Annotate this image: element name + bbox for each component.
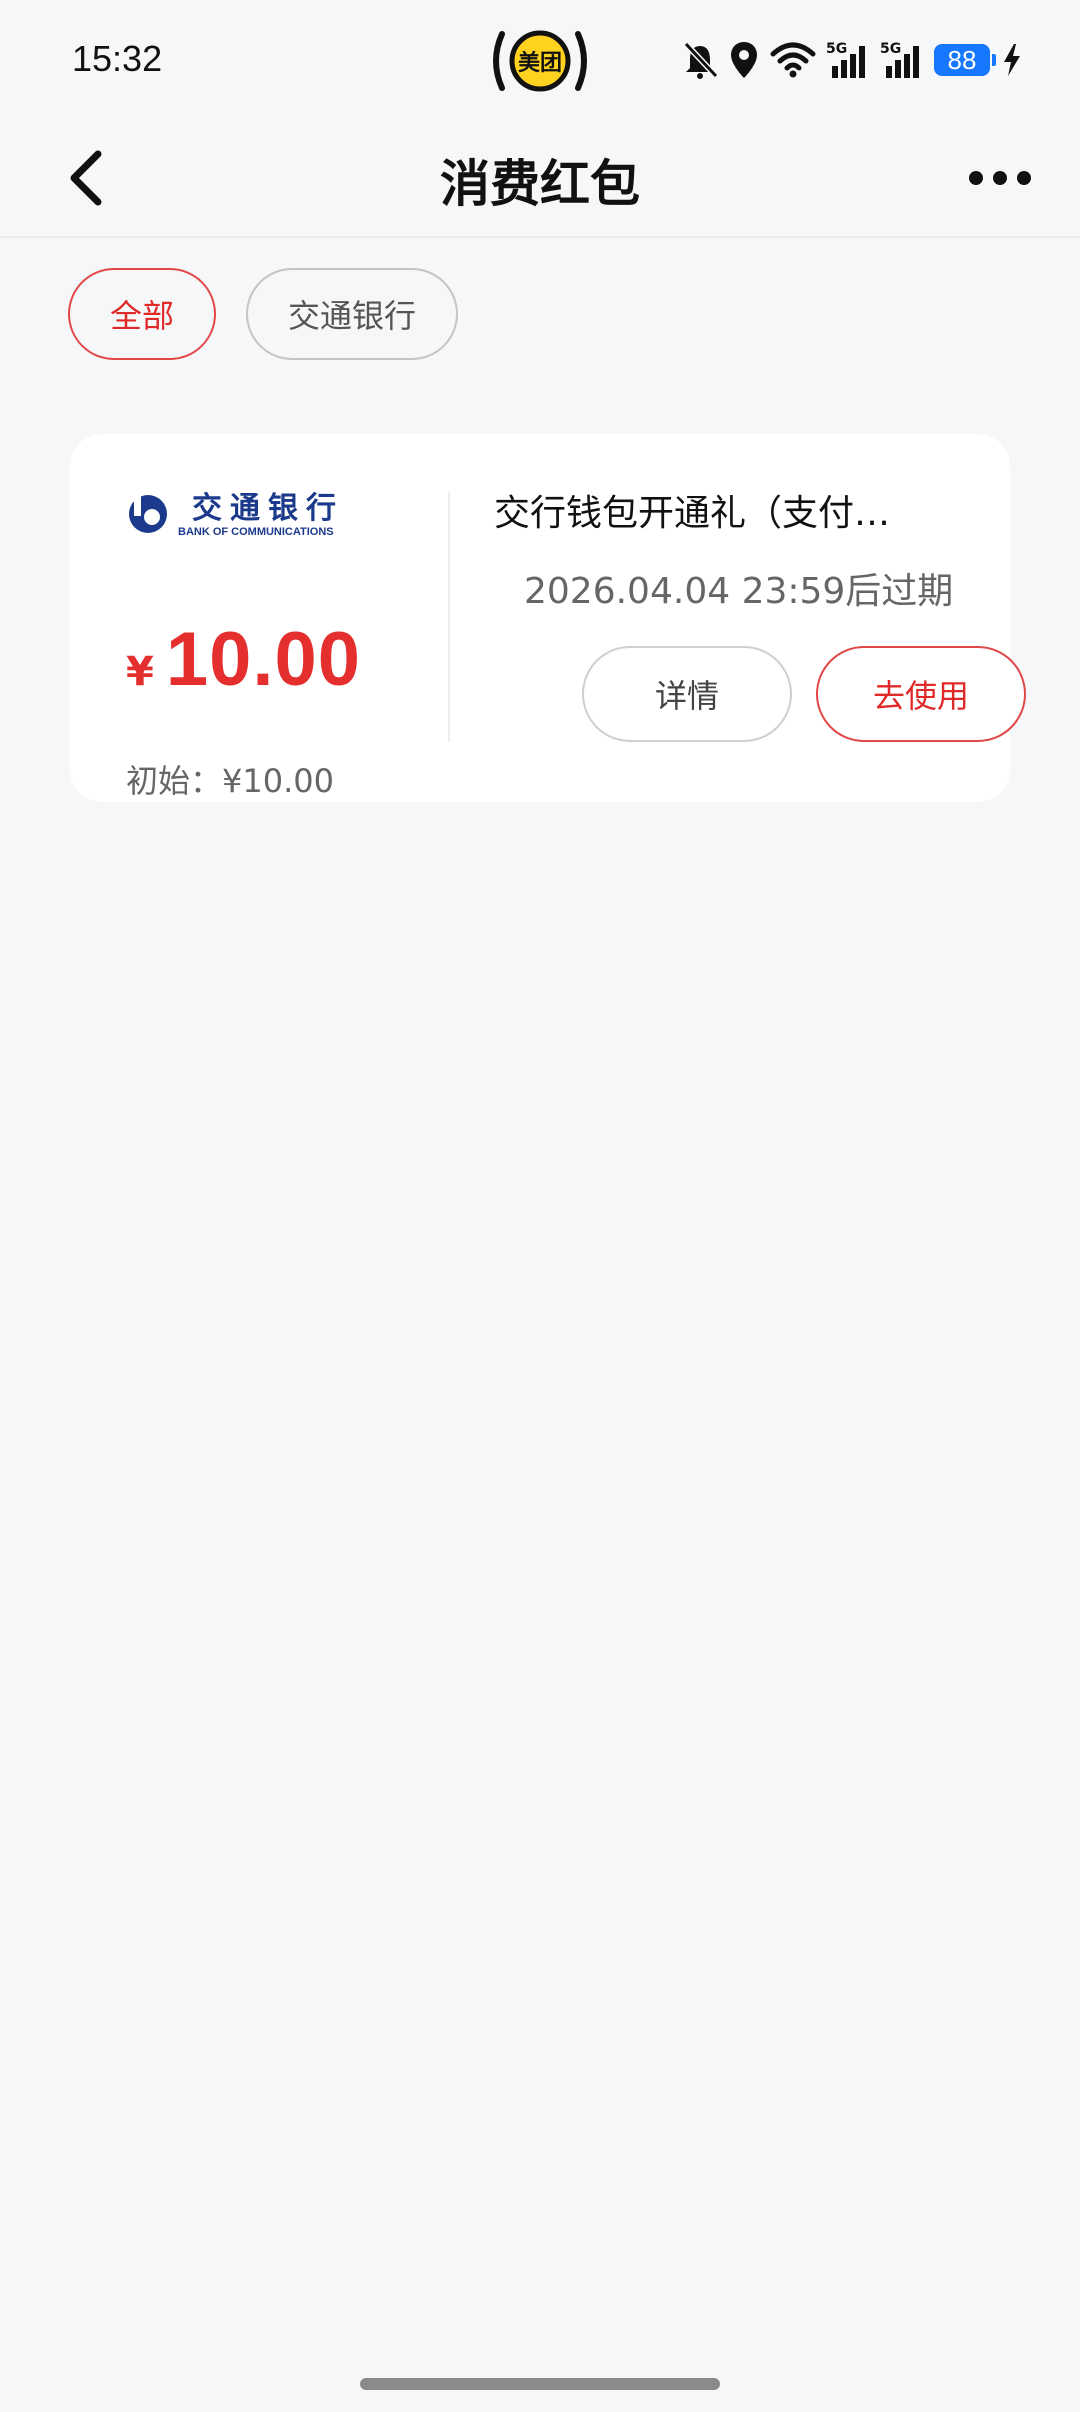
page-title: 消费红包 [440,155,640,213]
meituan-app-badge-icon: 美团 [493,30,587,92]
card-divider [448,492,450,742]
coupon-info-section: 交行钱包开通礼（支付… 2026.04.04 23:59后过期 详情 去使用 [494,484,1026,742]
more-options-icon[interactable] [960,142,1040,214]
battery-level: 88 [947,44,977,75]
bank-name-cn: 交通银行 [192,491,344,526]
signal-5g-label-1: 5G [826,41,847,57]
signal-5g-label-2: 5G [880,41,901,57]
mute-bell-icon [683,41,718,79]
status-bar: 15:32 美团 5G 5G 88 [0,0,1080,120]
coupon-card[interactable]: 交通银行 BANK OF COMMUNICATIONS ¥ 10.00 初始：¥… [70,434,1026,802]
bank-of-communications-logo: 交通银行 BANK OF COMMUNICATIONS [129,491,344,538]
filter-chips: 全部 交通银行 [68,268,459,360]
battery-indicator: 88 [934,44,996,76]
details-button[interactable]: 详情 [582,646,792,742]
wifi-icon [770,42,816,78]
app-badge-text: 美团 [518,50,562,76]
charging-bolt-icon [1004,44,1020,76]
initial-amount: 初始：¥10.00 [126,762,334,800]
coupon-expiry: 2026.04.04 23:59后过期 [524,571,954,612]
amount-value: 10.00 [165,617,362,702]
cellular-signal-5g-icon: 5G [880,41,919,78]
status-icons: 5G 5G 88 [682,36,1024,84]
home-indicator[interactable] [360,2378,720,2390]
location-icon [731,42,757,78]
status-time: 15:32 [72,38,163,79]
coupon-value-section: 交通银行 BANK OF COMMUNICATIONS ¥ 10.00 初始：¥… [126,488,456,800]
nav-bar: 消费红包 [0,120,1080,238]
coupon-actions: 详情 去使用 [582,646,1026,742]
coupon-title: 交行钱包开通礼（支付… [494,493,891,534]
filter-chip-bocom[interactable]: 交通银行 [246,268,459,360]
currency-symbol: ¥ [126,649,154,695]
filter-chip-all[interactable]: 全部 [68,268,217,360]
use-coupon-button[interactable]: 去使用 [816,646,1026,742]
cellular-signal-5g-icon: 5G [826,41,865,78]
bank-name-en: BANK OF COMMUNICATIONS [178,526,334,538]
coupon-amount: ¥ 10.00 [126,616,361,703]
